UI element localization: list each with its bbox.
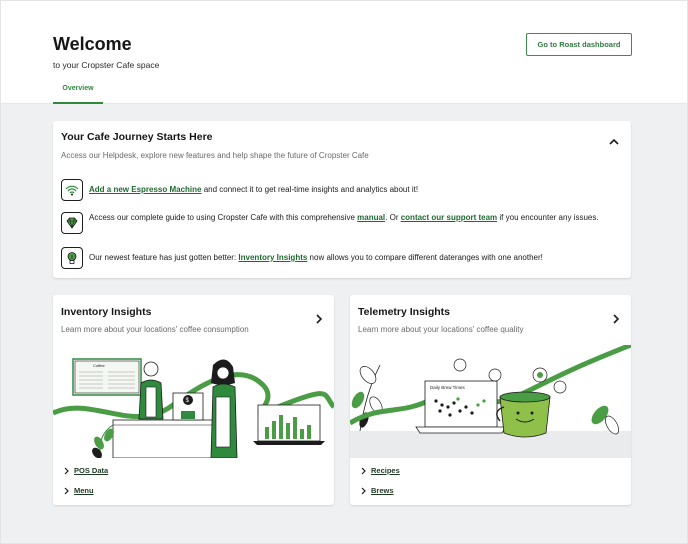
inventory-insights-link[interactable]: Inventory Insights	[238, 253, 307, 262]
chevron-right-icon[interactable]	[314, 313, 324, 325]
menu-link[interactable]: Menu	[63, 486, 94, 495]
page-subtitle: to your Cropster Cafe space	[53, 60, 160, 70]
telemetry-insights-subtitle: Learn more about your locations' coffee …	[358, 325, 524, 334]
journey-item-guide: Access our complete guide to using Crops…	[61, 212, 609, 234]
inventory-insights-title: Inventory Insights	[61, 306, 152, 318]
journey-title: Your Cafe Journey Starts Here	[61, 131, 213, 143]
daily-brew-times-label: Daily Brew Times	[430, 385, 466, 390]
journey-item-feature: Our newest feature has just gotten bette…	[61, 247, 609, 269]
inventory-insights-subtitle: Learn more about your locations' coffee …	[61, 325, 249, 334]
diamond-icon	[61, 212, 83, 234]
pos-data-link[interactable]: POS Data	[63, 466, 108, 475]
go-to-roast-dashboard-button[interactable]: Go to Roast dashboard	[526, 33, 632, 56]
inventory-insights-card[interactable]: Inventory Insights Learn more about your…	[53, 295, 334, 505]
journey-item-text: now allows you to compare different date…	[307, 253, 543, 262]
menu-label: Menu	[74, 486, 94, 495]
telemetry-insights-title: Telemetry Insights	[358, 306, 450, 318]
journey-item-text: . Or	[385, 213, 401, 222]
cafe-journey-card: Your Cafe Journey Starts Here Access our…	[53, 121, 631, 278]
chevron-right-icon	[361, 467, 366, 474]
lightbulb-icon	[61, 247, 83, 269]
brews-label: Brews	[371, 486, 394, 495]
pos-data-label: POS Data	[74, 466, 109, 475]
page-title: Welcome	[53, 34, 132, 54]
journey-subtitle: Access our Helpdesk, explore new feature…	[61, 151, 369, 160]
journey-item-text: and connect it to get real-time insights…	[201, 185, 419, 194]
recipes-label: Recipes	[371, 466, 400, 475]
telemetry-insights-card[interactable]: Telemetry Insights Learn more about your…	[350, 295, 631, 505]
tab-overview-label: Overview	[62, 85, 94, 92]
collapse-chevron-up-icon[interactable]	[607, 137, 621, 147]
menu-board-label: Coffee	[93, 363, 105, 368]
tab-overview[interactable]: Overview	[53, 85, 103, 104]
inventory-illustration: Coffee $	[53, 345, 334, 458]
chevron-right-icon	[64, 467, 69, 474]
chevron-right-icon[interactable]	[611, 313, 621, 325]
manual-link[interactable]: manual	[357, 213, 385, 222]
wifi-signal-icon	[61, 179, 83, 201]
brews-link[interactable]: Brews	[360, 486, 394, 495]
telemetry-illustration: Daily Brew Times	[350, 345, 631, 458]
chevron-right-icon	[361, 487, 366, 494]
contact-support-link[interactable]: contact our support team	[401, 213, 497, 222]
page-header: Welcome to your Cropster Cafe space Go t…	[1, 1, 687, 104]
recipes-link[interactable]: Recipes	[360, 466, 400, 475]
journey-item-espresso: Add a new Espresso Machine and connect i…	[61, 179, 609, 201]
journey-item-text: Our newest feature has just gotten bette…	[89, 253, 239, 262]
chevron-right-icon	[64, 487, 69, 494]
journey-item-text: Access our complete guide to using Crops…	[89, 213, 358, 222]
journey-item-text: if you encounter any issues.	[497, 213, 599, 222]
add-espresso-machine-link[interactable]: Add a new Espresso Machine	[89, 185, 201, 194]
